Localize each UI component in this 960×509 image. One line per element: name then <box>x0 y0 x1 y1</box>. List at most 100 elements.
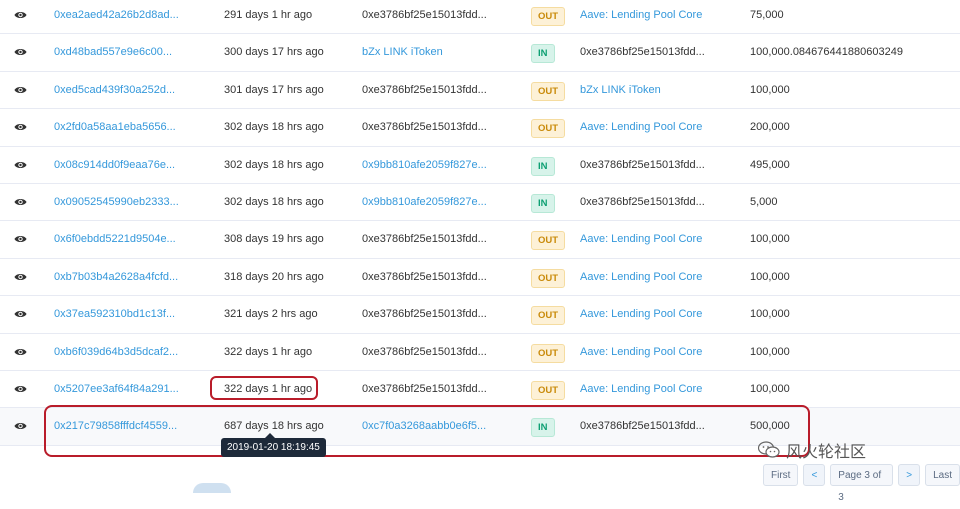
direction-badge: OUT <box>531 7 566 26</box>
table-row: 0x37ea592310bd1c13f... 321 days 2 hrs ago… <box>0 296 960 334</box>
tx-age: 322 days 1 hr ago <box>224 345 313 358</box>
table-row: 0x2fd0a58aa1eba5656... 302 days 18 hrs ag… <box>0 109 960 147</box>
direction-badge: OUT <box>531 119 566 139</box>
view-eye-icon[interactable] <box>14 408 32 445</box>
direction-cell: OUT <box>531 371 566 408</box>
transfer-value: 100,000 <box>750 270 790 283</box>
to-address[interactable]: Aave: Lending Pool Core <box>580 296 702 333</box>
tx-hash-link[interactable]: 0xd48bad557e9e6c00... <box>54 34 172 71</box>
to-address[interactable]: bZx LINK iToken <box>580 72 661 109</box>
next-page-button[interactable]: > <box>898 464 921 486</box>
table-row: 0x6f0ebdd5221d9504e... 308 days 19 hrs ag… <box>0 221 960 259</box>
tx-age: 302 days 18 hrs ago <box>224 121 324 134</box>
direction-cell: IN <box>531 184 555 221</box>
first-page-button[interactable]: First <box>763 464 799 486</box>
wechat-icon <box>758 441 780 458</box>
direction-cell: OUT <box>531 334 566 371</box>
tx-age: 321 days 2 hrs ago <box>224 308 318 321</box>
from-address: 0xe3786bf25e15013fdd... <box>362 9 487 21</box>
tx-hash-link[interactable]: 0xed5cad439f30a252d... <box>54 72 175 109</box>
partial-logo <box>193 483 231 493</box>
tx-hash-link[interactable]: 0x6f0ebdd5221d9504e... <box>54 221 176 258</box>
from-address: 0xe3786bf25e15013fdd... <box>362 308 487 321</box>
from-address: 0xe3786bf25e15013fdd... <box>362 345 487 358</box>
transfer-value: 100,000 <box>750 83 790 96</box>
transfer-value: 100,000 <box>750 233 790 246</box>
tx-hash-link[interactable]: 0x09052545990eb2333... <box>54 184 179 221</box>
direction-badge: IN <box>531 156 555 176</box>
tx-hash-link[interactable]: 0xb7b03b4a2628a4fcfd... <box>54 259 178 296</box>
tx-hash-link[interactable]: 0xb6f039d64b3d5dcaf2... <box>54 334 178 371</box>
watermark: 风火轮社区 <box>758 437 866 463</box>
to-address[interactable]: Aave: Lending Pool Core <box>580 0 702 34</box>
to-address[interactable]: Aave: Lending Pool Core <box>580 259 702 296</box>
tx-hash-link[interactable]: 0x2fd0a58aa1eba5656... <box>54 109 176 146</box>
tx-age: 300 days 17 hrs ago <box>224 46 324 59</box>
direction-badge: IN <box>531 193 555 213</box>
from-address[interactable]: 0x9bb810afe2059f827e... <box>362 147 487 184</box>
view-eye-icon[interactable] <box>14 259 32 296</box>
view-eye-icon[interactable] <box>14 147 32 184</box>
direction-badge: OUT <box>531 343 566 363</box>
tx-age: 301 days 17 hrs ago <box>224 83 324 96</box>
view-eye-icon[interactable] <box>14 184 32 221</box>
from-address: 0xe3786bf25e15013fdd... <box>362 270 487 283</box>
direction-badge: IN <box>531 44 555 64</box>
to-address: 0xe3786bf25e15013fdd... <box>580 158 705 171</box>
tx-hash-link[interactable]: 0x5207ee3af64f84a291... <box>54 371 179 408</box>
age-highlight-box <box>210 376 318 400</box>
view-eye-icon[interactable] <box>14 221 32 258</box>
transfer-value: 5,000 <box>750 195 778 208</box>
from-address: 0xe3786bf25e15013fdd... <box>362 233 487 246</box>
tx-age: 302 days 18 hrs ago <box>224 195 324 208</box>
from-address: 0xe3786bf25e15013fdd... <box>362 382 487 395</box>
view-eye-icon[interactable] <box>14 34 32 71</box>
row-highlight-box <box>44 405 810 457</box>
table-row: 0xed5cad439f30a252d... 301 days 17 hrs ag… <box>0 72 960 110</box>
transfer-value: 100,000 <box>750 308 790 321</box>
to-address[interactable]: Aave: Lending Pool Core <box>580 109 702 146</box>
transfer-value: 200,000 <box>750 121 790 134</box>
table-row: 0xd48bad557e9e6c00... 300 days 17 hrs ago… <box>0 34 960 72</box>
tx-age: 291 days 1 hr ago <box>224 9 313 21</box>
last-page-button[interactable]: Last <box>925 464 960 486</box>
direction-cell: OUT <box>531 0 566 34</box>
tx-hash-link[interactable]: 0xea2aed42a26b2d8ad... <box>54 0 179 34</box>
from-address: 0xe3786bf25e15013fdd... <box>362 83 487 96</box>
view-eye-icon[interactable] <box>14 334 32 371</box>
watermark-text: 风火轮社区 <box>786 444 867 461</box>
view-eye-icon[interactable] <box>14 0 32 34</box>
to-address[interactable]: Aave: Lending Pool Core <box>580 334 702 371</box>
direction-cell: OUT <box>531 109 566 146</box>
from-address[interactable]: bZx LINK iToken <box>362 34 443 71</box>
prev-page-button[interactable]: < <box>803 464 826 486</box>
direction-badge: OUT <box>531 306 566 326</box>
transfer-value: 75,000 <box>750 9 784 21</box>
direction-cell: OUT <box>531 221 566 258</box>
view-eye-icon[interactable] <box>14 109 32 146</box>
transfer-value: 495,000 <box>750 158 790 171</box>
table-row: 0xea2aed42a26b2d8ad... 291 days 1 hr ago 0… <box>0 0 960 35</box>
page-indicator: Page 3 of 3 <box>830 464 894 503</box>
table-row: 0xb6f039d64b3d5dcaf2... 322 days 1 hr ago… <box>0 334 960 371</box>
direction-badge: OUT <box>531 81 566 101</box>
view-eye-icon[interactable] <box>14 72 32 109</box>
to-address[interactable]: Aave: Lending Pool Core <box>580 371 702 408</box>
tx-hash-link[interactable]: 0x37ea592310bd1c13f... <box>54 296 175 333</box>
view-eye-icon[interactable] <box>14 296 32 333</box>
to-address[interactable]: Aave: Lending Pool Core <box>580 221 702 258</box>
direction-cell: IN <box>531 147 555 184</box>
transfer-value: 100,000.084676441880603249 <box>750 46 903 59</box>
tx-hash-link[interactable]: 0x08c914dd0f9eaa76e... <box>54 147 175 184</box>
transfer-value: 100,000 <box>750 382 790 395</box>
direction-badge: OUT <box>531 231 566 251</box>
direction-cell: IN <box>531 34 555 71</box>
table-row: 0x08c914dd0f9eaa76e... 302 days 18 hrs ag… <box>0 147 960 184</box>
pagination: First < Page 3 of 3 > Last <box>763 464 960 503</box>
from-address[interactable]: 0x9bb810afe2059f827e... <box>362 184 487 221</box>
transfer-value: 100,000 <box>750 345 790 358</box>
table-row: 0x5207ee3af64f84a291... 322 days 1 hr ago… <box>0 371 960 409</box>
direction-badge: OUT <box>531 380 566 400</box>
view-eye-icon[interactable] <box>14 371 32 408</box>
direction-cell: OUT <box>531 259 566 296</box>
